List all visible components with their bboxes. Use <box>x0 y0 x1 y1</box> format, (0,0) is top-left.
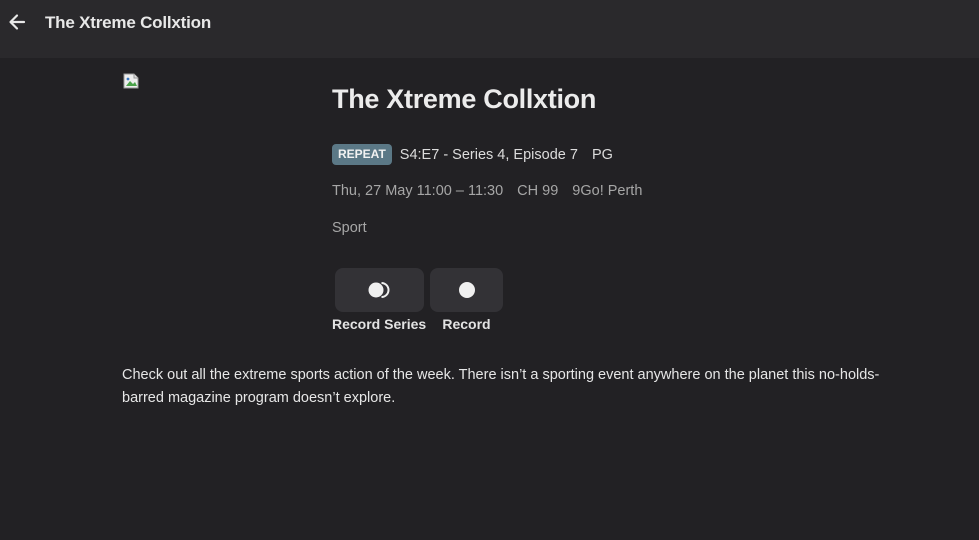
channel-name: 9Go! Perth <box>572 183 643 199</box>
genre: Sport <box>332 220 367 236</box>
arrow-left-icon <box>9 14 26 30</box>
record-label: Record <box>442 316 491 332</box>
record-series-button[interactable] <box>334 268 424 312</box>
record-series-icon <box>368 282 390 298</box>
episode-info: S4:E7 - Series 4, Episode 7 <box>399 146 578 163</box>
program-poster-image <box>123 73 139 89</box>
classification-rating: PG <box>591 146 613 163</box>
channel-number: CH 99 <box>517 183 559 199</box>
header-title: The Xtreme Collxtion <box>45 13 212 32</box>
schedule-row: Thu, 27 May 11:00 – 11:30 CH 99 9Go! Per… <box>332 183 656 199</box>
record-icon <box>458 282 475 298</box>
back-button[interactable] <box>4 9 30 35</box>
record-series-action: Record Series <box>332 268 426 332</box>
air-time: Thu, 27 May 11:00 – 11:30 <box>332 183 504 199</box>
broken-image-icon <box>123 73 139 89</box>
repeat-badge: REPEAT <box>332 144 392 165</box>
program-description: Check out all the extreme sports action … <box>122 367 880 406</box>
record-action: Record <box>430 268 503 332</box>
record-series-label: Record Series <box>332 316 427 332</box>
program-meta-row: REPEAT S4:E7 - Series 4, Episode 7 PG <box>332 144 613 165</box>
record-button[interactable] <box>430 268 503 312</box>
top-bar: The Xtreme Collxtion <box>0 0 979 58</box>
program-title: The Xtreme Collxtion <box>332 84 597 114</box>
